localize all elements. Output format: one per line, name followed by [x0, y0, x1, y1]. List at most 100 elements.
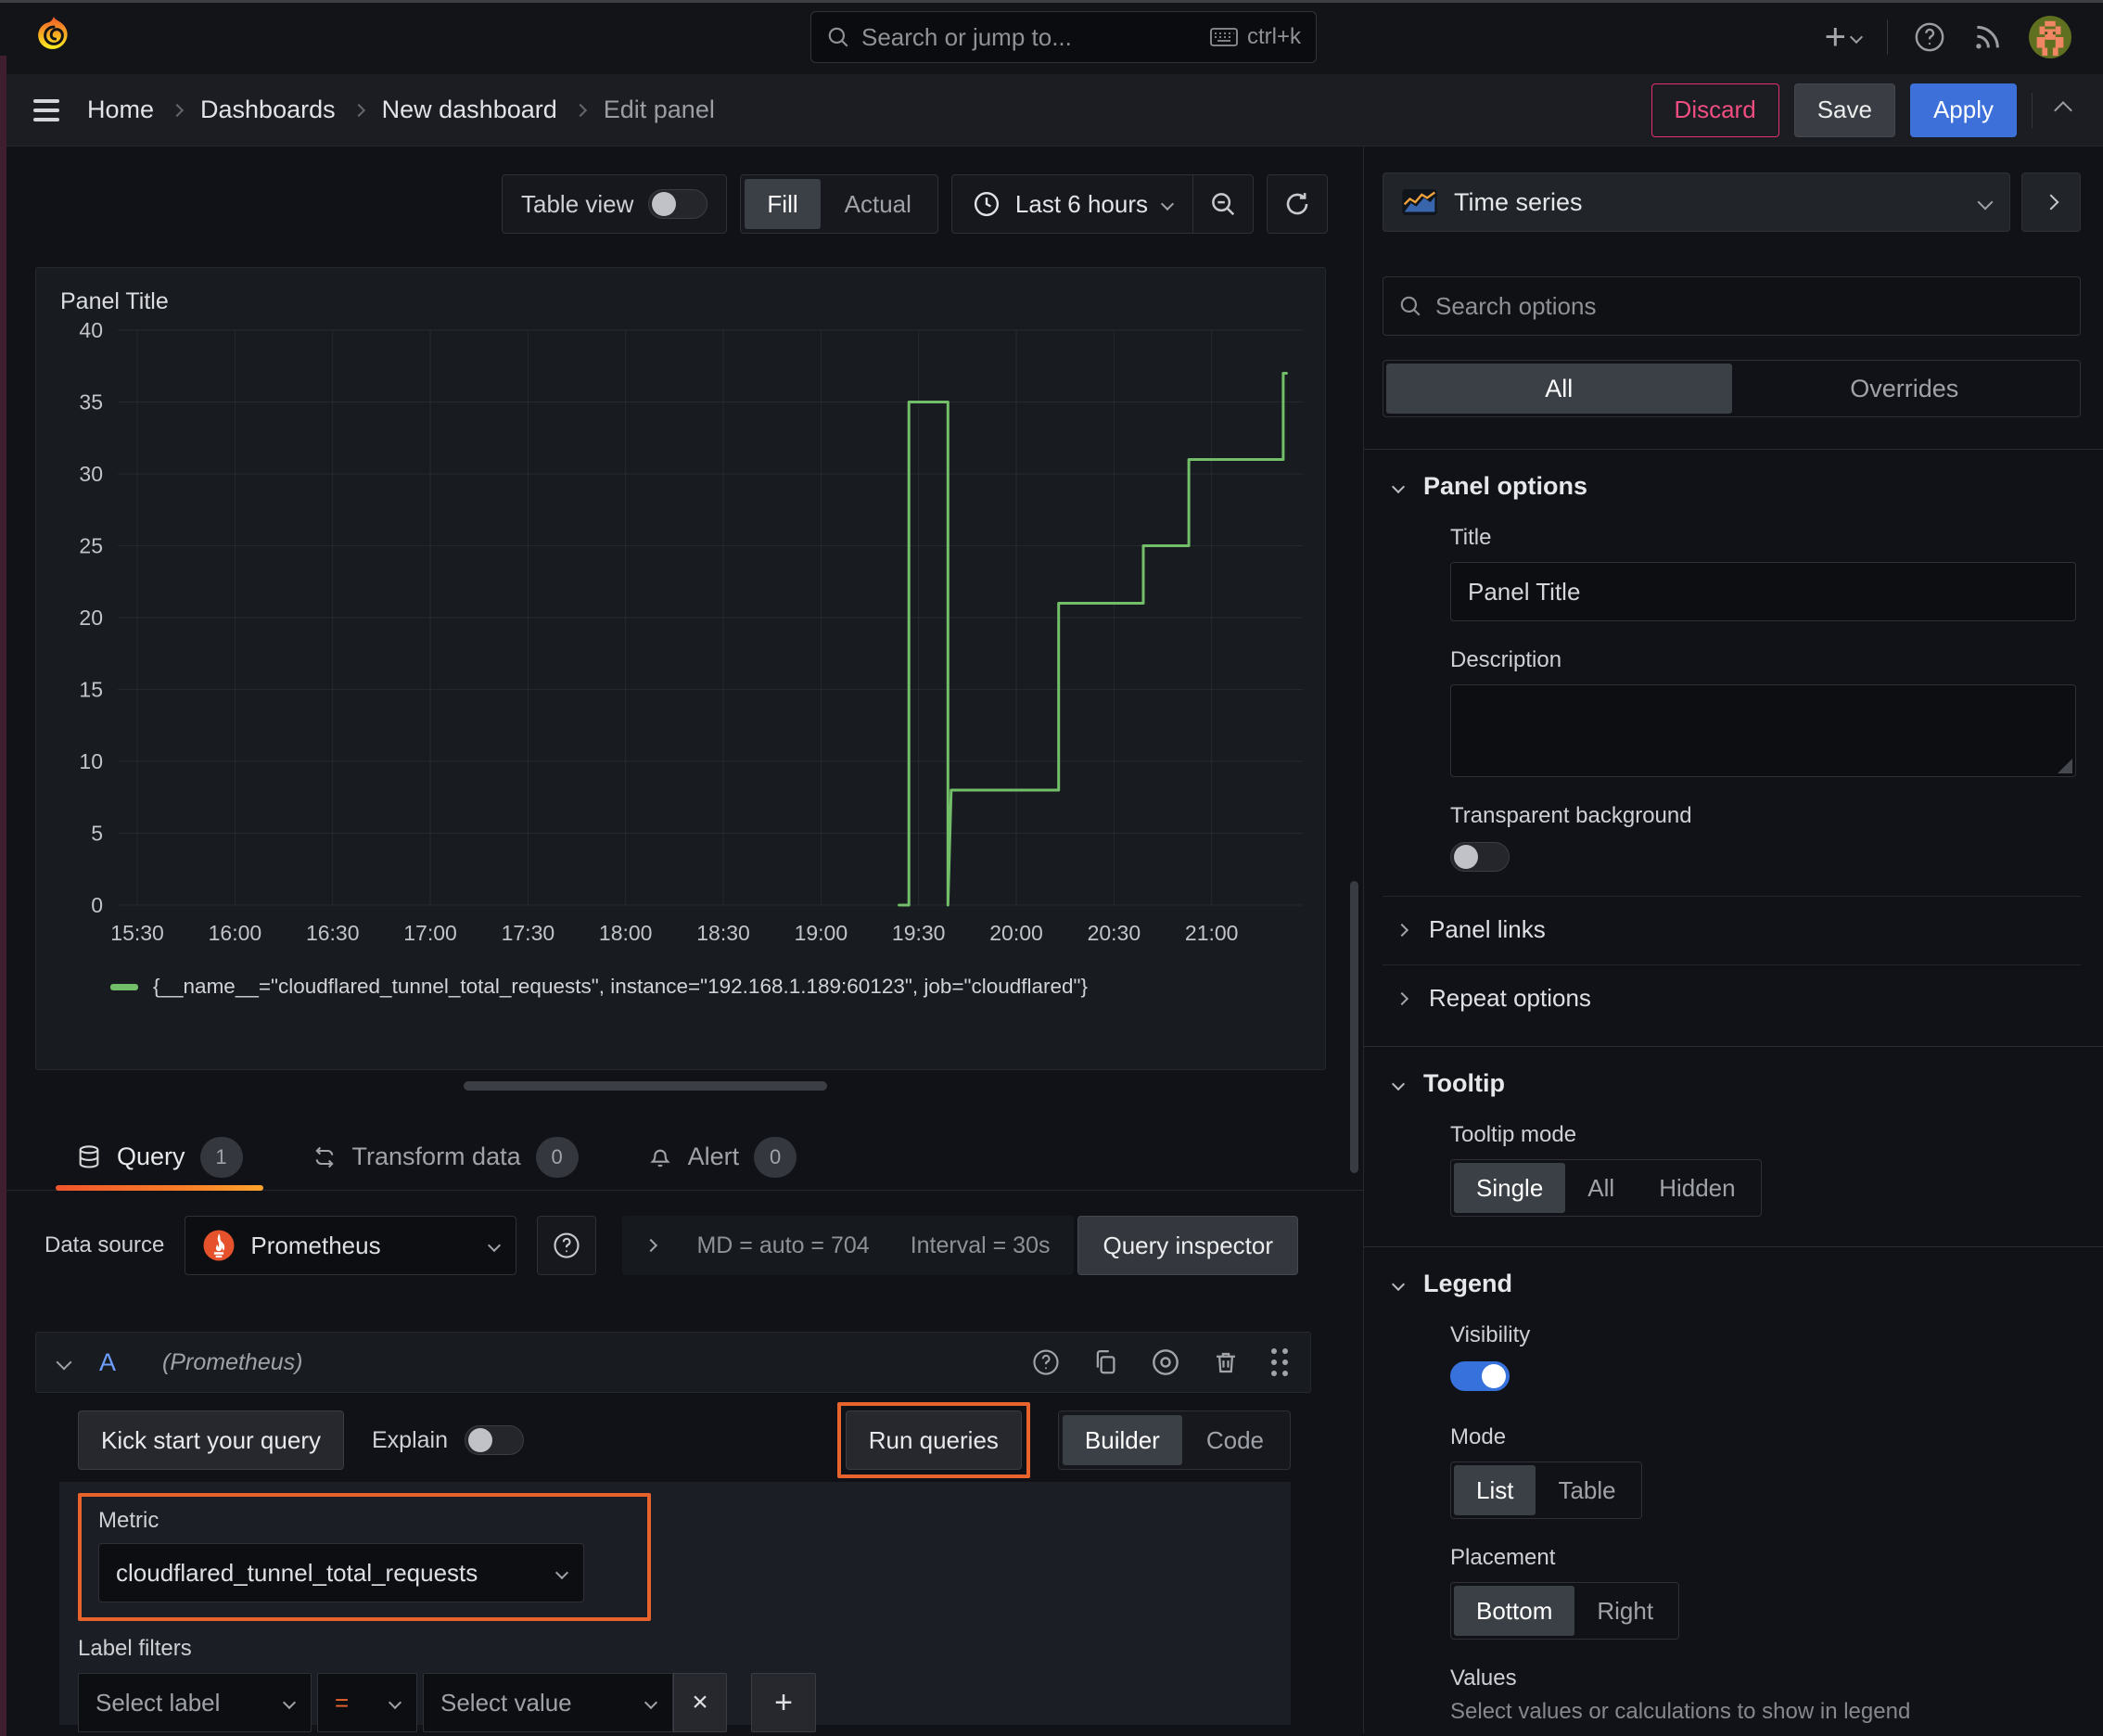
panel-title: Panel Title — [60, 288, 169, 314]
new-menu-button[interactable]: + — [1825, 19, 1864, 56]
user-avatar[interactable] — [2029, 16, 2071, 58]
select-label-dropdown[interactable]: Select label — [78, 1673, 312, 1732]
time-range-picker[interactable]: Last 6 hours — [952, 175, 1192, 233]
legend-visibility-label: Visibility — [1450, 1322, 1531, 1347]
chevron-down-icon — [1391, 479, 1406, 493]
vertical-scrollbar[interactable] — [1350, 881, 1358, 1173]
legend-visibility-toggle[interactable] — [1450, 1361, 1510, 1391]
section-repeat-options[interactable]: Repeat options — [1383, 984, 2081, 1013]
time-series-icon — [1402, 189, 1437, 215]
remove-filter-button[interactable]: × — [673, 1673, 727, 1732]
chevron-down-icon — [1391, 1277, 1406, 1291]
tab-query[interactable]: Query 1 — [56, 1124, 263, 1191]
tab-all[interactable]: All — [1386, 364, 1732, 414]
svg-text:20:00: 20:00 — [989, 921, 1043, 945]
query-inspector-button[interactable]: Query inspector — [1077, 1216, 1298, 1275]
add-filter-button[interactable]: + — [751, 1673, 816, 1732]
options-search[interactable] — [1383, 276, 2081, 336]
news-rss-icon[interactable] — [1971, 21, 2003, 53]
section-tooltip[interactable]: Tooltip — [1383, 1069, 2081, 1098]
datasource-bar: Data source Prometheus MD = auto = 704 I… — [45, 1215, 1298, 1276]
grafana-logo[interactable] — [32, 15, 76, 59]
transparent-background-label: Transparent background — [1450, 803, 1692, 828]
discard-button[interactable]: Discard — [1651, 83, 1779, 137]
fill-mode-button[interactable]: Fill — [745, 179, 821, 229]
zoom-out-button[interactable] — [1193, 174, 1253, 234]
datasource-picker[interactable]: Prometheus — [185, 1216, 517, 1275]
kick-start-button[interactable]: Kick start your query — [78, 1410, 344, 1470]
explain-toggle[interactable] — [464, 1425, 524, 1455]
disable-query-eye-icon[interactable] — [1151, 1347, 1180, 1377]
chevron-right-icon — [170, 103, 185, 117]
visualization-picker[interactable]: Time series — [1383, 172, 2010, 232]
section-panel-options[interactable]: Panel options — [1383, 472, 2081, 501]
tooltip-single-button[interactable]: Single — [1454, 1163, 1566, 1213]
breadcrumb-edit-panel: Edit panel — [603, 96, 715, 123]
transparent-background-toggle[interactable] — [1450, 842, 1510, 872]
legend-right-button[interactable]: Right — [1574, 1586, 1676, 1636]
chevron-right-icon[interactable] — [644, 1238, 658, 1253]
svg-text:5: 5 — [91, 822, 103, 846]
refresh-button[interactable] — [1268, 174, 1327, 234]
panel-toolbar: Table view Fill Actual Last 6 hours — [35, 174, 1328, 234]
svg-text:10: 10 — [79, 749, 103, 773]
svg-text:17:00: 17:00 — [403, 921, 457, 945]
help-icon[interactable] — [1032, 1348, 1060, 1376]
datasource-help-button[interactable] — [537, 1216, 597, 1275]
code-mode-button[interactable]: Code — [1184, 1415, 1286, 1465]
svg-text:15:30: 15:30 — [110, 921, 164, 945]
global-search-input[interactable]: Search or jump to... ctrl+k — [810, 11, 1317, 63]
options-pane: Time series All Overrides Panel options … — [1363, 147, 2103, 1733]
chevron-down-icon — [1977, 194, 1994, 211]
panel-title-input[interactable] — [1450, 562, 2076, 621]
title-label: Title — [1450, 525, 1492, 550]
section-panel-links[interactable]: Panel links — [1383, 915, 2081, 944]
legend-table-button[interactable]: Table — [1536, 1465, 1638, 1515]
breadcrumb-home[interactable]: Home — [87, 96, 154, 124]
help-icon[interactable] — [1914, 21, 1945, 53]
breadcrumb-dashboards[interactable]: Dashboards — [200, 96, 336, 124]
select-value-dropdown[interactable]: Select value — [423, 1673, 673, 1732]
tab-overrides[interactable]: Overrides — [1732, 364, 2078, 414]
tab-alert[interactable]: Alert 0 — [627, 1124, 818, 1190]
tooltip-hidden-button[interactable]: Hidden — [1637, 1163, 1757, 1213]
query-builder-body: Metric cloudflared_tunnel_total_requests… — [59, 1482, 1291, 1732]
apply-button[interactable]: Apply — [1909, 83, 2017, 137]
builder-mode-button[interactable]: Builder — [1062, 1415, 1182, 1465]
search-icon — [826, 25, 850, 49]
time-series-chart[interactable]: 0 5 10 15 20 25 30 35 40 15:30 16:00 16:30 17:00 17:3… — [51, 315, 1312, 964]
legend-mode-group: List Table — [1450, 1462, 1642, 1519]
collapse-query-icon[interactable] — [56, 1354, 72, 1371]
collapse-options-button[interactable] — [2021, 172, 2081, 232]
divider — [1887, 19, 1888, 55]
label-filters-label: Label filters — [78, 1636, 192, 1661]
options-search-input[interactable] — [1435, 291, 2065, 321]
collapse-pane-button[interactable] — [2054, 100, 2072, 120]
operator-dropdown[interactable]: = — [317, 1673, 417, 1732]
legend-bottom-button[interactable]: Bottom — [1454, 1586, 1575, 1636]
drag-handle-icon[interactable] — [1271, 1348, 1288, 1376]
delete-query-trash-icon[interactable] — [1212, 1348, 1240, 1376]
table-view-toggle[interactable] — [648, 189, 708, 219]
window-top-edge — [0, 0, 2103, 3]
save-button[interactable]: Save — [1793, 83, 1895, 137]
legend-swatch[interactable] — [110, 983, 138, 990]
breadcrumb-new-dashboard[interactable]: New dashboard — [382, 96, 557, 124]
metric-label: Metric — [98, 1508, 159, 1533]
legend-series-name[interactable]: {__name__="cloudflared_tunnel_total_requ… — [153, 975, 1088, 999]
prometheus-icon — [202, 1229, 236, 1262]
legend-list-button[interactable]: List — [1454, 1465, 1536, 1515]
run-queries-button[interactable]: Run queries — [845, 1410, 1022, 1470]
time-range-label: Last 6 hours — [1014, 189, 1148, 218]
actual-mode-button[interactable]: Actual — [822, 179, 934, 229]
section-legend[interactable]: Legend — [1383, 1270, 2081, 1298]
metric-select[interactable]: cloudflared_tunnel_total_requests — [98, 1543, 584, 1602]
tooltip-all-button[interactable]: All — [1565, 1163, 1637, 1213]
duplicate-query-icon[interactable] — [1091, 1348, 1119, 1376]
menu-toggle-button[interactable] — [33, 98, 59, 121]
description-textarea[interactable] — [1450, 684, 2076, 777]
horizontal-scrollbar[interactable] — [464, 1081, 827, 1091]
max-data-points-stat: MD = auto = 704 — [696, 1232, 870, 1258]
tab-transform-data[interactable]: Transform data 0 — [291, 1124, 599, 1190]
resize-handle[interactable] — [2058, 759, 2072, 773]
